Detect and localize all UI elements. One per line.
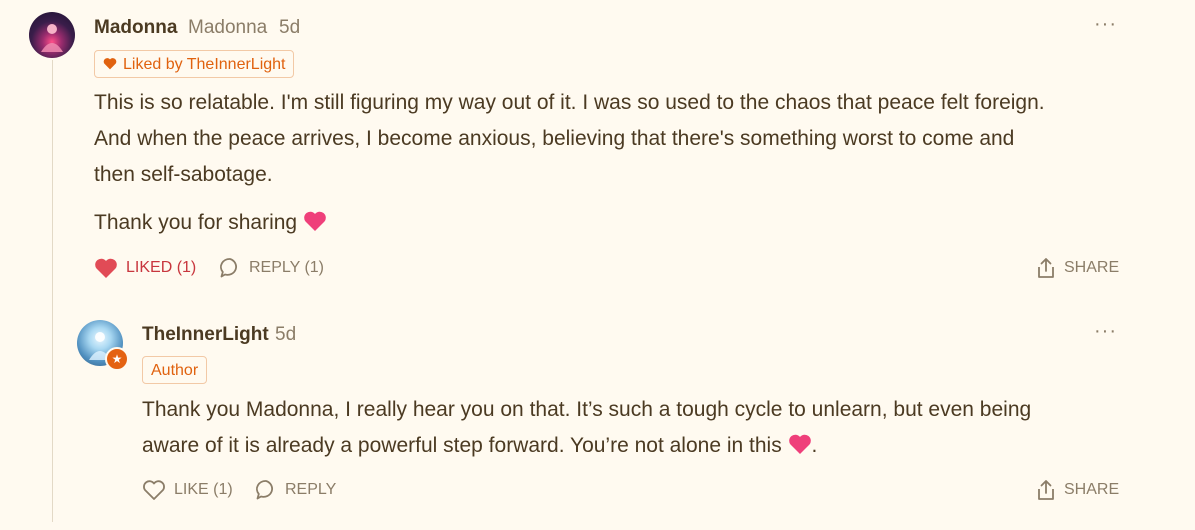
reply-body: Thank you Madonna, I really hear you on … [142,392,1142,467]
thread-line [52,60,53,522]
share-icon [1038,480,1054,500]
reply-like-button[interactable]: LIKE (1) [142,478,233,502]
more-options-button[interactable]: ··· [1094,13,1117,36]
heart-outline-icon [143,480,165,500]
heart-filled-icon [95,258,117,278]
reply-line: aware of it is already a powerful step f… [142,434,782,457]
speech-bubble-icon [256,480,273,500]
comment-author-handle[interactable]: Madonna [188,17,267,39]
reply-like-label: LIKE (1) [174,481,233,498]
reply-timestamp[interactable]: 5d [275,324,296,346]
comment-body: This is so relatable. I'm still figuring… [94,85,1144,193]
speech-bubble-icon [220,258,237,278]
heart-emoji-icon [303,208,327,244]
reply-more-options-button[interactable]: ··· [1094,320,1117,343]
liked-by-badge: Liked by TheInnerLight [94,50,295,80]
comment-line: This is so relatable. I'm still figuring… [94,91,1045,114]
reply-line-with-emoji: aware of it is already a powerful step f… [142,428,1142,467]
author-badge: Author [142,356,208,384]
like-label: LIKED (1) [126,259,197,276]
comment-line: then self-sabotage. [94,163,273,186]
comment-timestamp[interactable]: 5d [279,17,300,39]
heart-emoji-icon [788,431,812,467]
reply-share-label: SHARE [1064,481,1120,498]
comment-line: And when the peace arrives, I become anx… [94,127,1015,150]
share-icon [1038,258,1054,278]
reply-line-end: . [811,434,818,457]
reply-line: Thank you Madonna, I really hear you on … [142,398,1032,421]
comment-thanks: Thank you for sharing [94,205,694,244]
reply-reply-button[interactable]: REPLY [255,478,336,502]
comment-author-name[interactable]: Madonna [94,17,177,39]
thanks-text: Thank you for sharing [94,211,298,234]
author-star-icon: ★ [105,347,129,371]
heart-icon [103,52,117,80]
reply-reply-label: REPLY [285,481,337,498]
avatar[interactable] [29,12,75,58]
liked-by-label: Liked by TheInnerLight [123,56,286,73]
share-button[interactable]: SHARE [1036,256,1119,280]
reply-share-button[interactable]: SHARE [1036,478,1119,502]
reply-button[interactable]: REPLY (1) [219,256,324,280]
share-label: SHARE [1064,259,1120,276]
like-button[interactable]: LIKED (1) [94,256,196,280]
reply-author-name[interactable]: TheInnerLight [142,324,269,346]
reply-label: REPLY (1) [249,259,324,276]
